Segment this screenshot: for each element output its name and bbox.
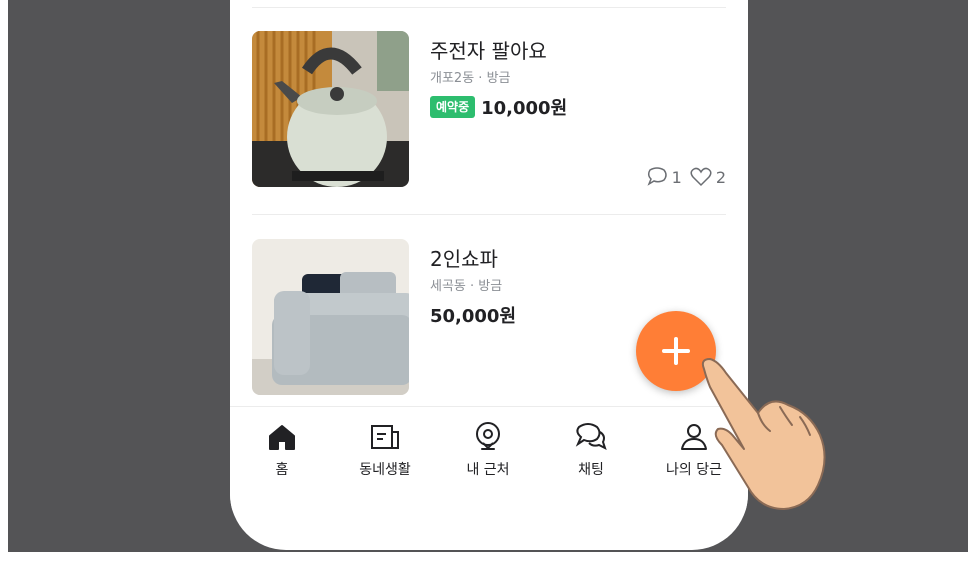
listing-title: 2인쇼파 [430, 247, 498, 271]
nav-item-neighborhood[interactable]: 동네생활 [333, 421, 437, 479]
listing-meta: 세곡동 · 방금 [430, 279, 503, 294]
listing-price: 10,000원 [481, 98, 568, 119]
listing-item-kettle[interactable]: 주전자 팔아요 개포2동 · 방금 예약중 10,000원 1 2 [252, 31, 726, 189]
sofa-photo [252, 239, 409, 395]
location-pin-icon [476, 422, 500, 450]
nav-label: 동네생활 [359, 462, 411, 478]
phone-screen: 주전자 팔아요 개포2동 · 방금 예약중 10,000원 1 2 2인쇼파 세… [230, 0, 748, 550]
listing-price: 50,000원 [430, 306, 517, 327]
chat-count-icon [647, 167, 667, 186]
heart-icon [690, 167, 712, 187]
chat-bubbles-icon [575, 423, 607, 450]
nav-label: 내 근처 [466, 462, 510, 478]
nav-label: 채팅 [578, 462, 604, 478]
tap-hand-icon [700, 355, 830, 519]
price-row: 예약중 10,000원 [430, 94, 567, 120]
nav-item-home[interactable]: 홈 [230, 421, 334, 479]
listing-counts: 1 2 [646, 167, 726, 187]
kettle-photo [252, 31, 409, 187]
home-icon [269, 425, 295, 450]
like-count: 2 [715, 167, 726, 187]
reserved-badge: 예약중 [430, 96, 476, 118]
newspaper-icon [371, 425, 399, 449]
chat-count: 1 [671, 167, 682, 187]
nav-item-nearby[interactable]: 내 근처 [436, 421, 540, 479]
list-divider [252, 7, 726, 8]
bottom-navigation: 홈 동네생활 내 근처 채팅 나의 당근 [230, 406, 748, 511]
nav-item-chat[interactable]: 채팅 [539, 421, 643, 479]
listing-meta: 개포2동 · 방금 [430, 71, 511, 86]
listing-title: 주전자 팔아요 [430, 39, 547, 63]
nav-label: 홈 [275, 462, 289, 478]
price-row: 50,000원 [430, 302, 516, 328]
list-divider [252, 214, 726, 215]
